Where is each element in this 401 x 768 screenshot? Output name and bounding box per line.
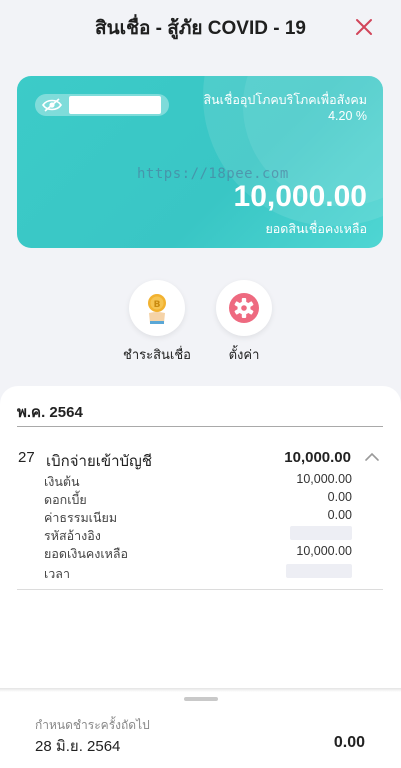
pay-loan-button[interactable]: B ชำระสินเชื่อ xyxy=(117,280,197,365)
detail-value: 10,000.00 xyxy=(296,544,352,558)
drag-handle[interactable] xyxy=(184,697,218,701)
detail-row-time: เวลา xyxy=(44,564,352,584)
masked-reference xyxy=(290,526,352,540)
page-title: สินเชื่อ - สู้ภัย COVID - 19 xyxy=(95,18,306,39)
next-payment-date: 28 มิ.ย. 2564 xyxy=(35,738,121,755)
settings-icon-wrap xyxy=(216,280,272,336)
close-button[interactable] xyxy=(351,14,377,40)
detail-value: 0.00 xyxy=(327,490,352,504)
account-number-toggle[interactable] xyxy=(35,94,169,116)
loan-card: สินเชื่ออุปโภคบริโภคเพื่อสังคม 4.20 % ht… xyxy=(17,76,383,248)
masked-account-number xyxy=(69,96,161,114)
transaction-title: เบิกจ่ายเข้าบัญชี xyxy=(46,453,153,470)
transaction-amount: 10,000.00 xyxy=(284,449,351,466)
transactions-panel: พ.ค. 2564 27 เบิกจ่ายเข้าบัญชี 10,000.00… xyxy=(0,386,401,768)
detail-value: 0.00 xyxy=(327,508,352,522)
product-name: สินเชื่ออุปโภคบริโภคเพื่อสังคม xyxy=(203,93,367,107)
next-payment-amount: 0.00 xyxy=(333,734,365,751)
detail-row-reference: รหัสอ้างอิง xyxy=(44,526,352,546)
settings-label: ตั้งค่า xyxy=(228,347,260,362)
svg-text:B: B xyxy=(154,300,161,310)
transaction-day: 27 xyxy=(18,449,35,466)
coin-hand-icon: B xyxy=(148,294,166,324)
header: สินเชื่อ - สู้ภัย COVID - 19 xyxy=(0,0,401,56)
bottom-sheet-edge xyxy=(0,688,401,692)
detail-row-fee: ค่าธรรมเนียม 0.00 xyxy=(44,508,352,528)
detail-row-principal: เงินต้น 10,000.00 xyxy=(44,472,352,492)
divider xyxy=(17,589,383,590)
detail-label: เงินต้น xyxy=(44,475,80,489)
outstanding-amount: 10,000.00 xyxy=(233,180,367,213)
chevron-up-icon[interactable] xyxy=(363,448,381,466)
pay-loan-icon-wrap: B xyxy=(129,280,185,336)
divider xyxy=(17,426,383,427)
detail-label: ค่าธรรมเนียม xyxy=(44,511,118,525)
interest-rate: 4.20 % xyxy=(328,109,367,123)
next-payment-label: กำหนดชำระครั้งถัดไป xyxy=(35,718,150,732)
pay-loan-label: ชำระสินเชื่อ xyxy=(123,347,191,362)
detail-value: 10,000.00 xyxy=(296,472,352,486)
close-icon xyxy=(356,19,372,35)
settings-button[interactable]: ตั้งค่า xyxy=(204,280,284,365)
detail-label: เวลา xyxy=(44,567,70,581)
eye-off-icon xyxy=(42,98,62,112)
detail-label: ดอกเบี้ย xyxy=(44,493,87,507)
month-header: พ.ค. 2564 xyxy=(17,404,83,421)
gear-icon xyxy=(229,293,259,323)
detail-label: รหัสอ้างอิง xyxy=(44,529,101,543)
outstanding-amount-label: ยอดสินเชื่อคงเหลือ xyxy=(265,222,367,236)
detail-row-balance: ยอดเงินคงเหลือ 10,000.00 xyxy=(44,544,352,564)
detail-row-interest: ดอกเบี้ย 0.00 xyxy=(44,490,352,510)
masked-time xyxy=(286,564,352,578)
detail-label: ยอดเงินคงเหลือ xyxy=(44,547,129,561)
